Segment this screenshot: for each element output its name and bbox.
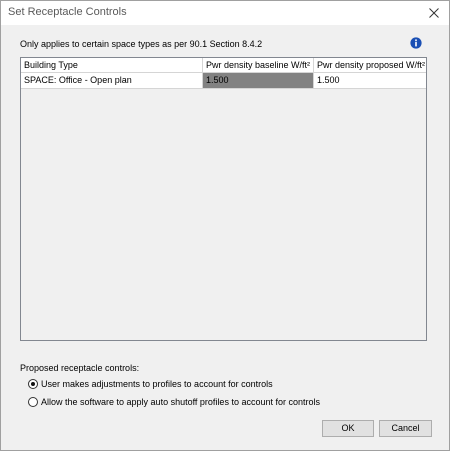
column-header-building-type[interactable]: Building Type (21, 58, 203, 73)
window-title: Set Receptacle Controls (8, 6, 127, 18)
radio-label-user-adjustments: User makes adjustments to profiles to ac… (41, 379, 273, 389)
radio-unselected-icon[interactable] (28, 397, 38, 407)
cell-baseline-selected[interactable]: 1.500 (203, 73, 314, 88)
scope-note: Only applies to certain space types as p… (20, 39, 263, 49)
close-button[interactable] (419, 1, 449, 25)
cell-proposed[interactable]: 1.500 (314, 73, 426, 88)
dialog-window: Set Receptacle Controls Only applies to … (0, 0, 450, 451)
ok-button[interactable]: OK (322, 420, 374, 437)
column-header-baseline[interactable]: Pwr density baseline W/ft² (203, 58, 314, 73)
close-icon (429, 8, 439, 18)
radio-user-adjustments[interactable]: User makes adjustments to profiles to ac… (28, 379, 273, 389)
cell-building-type[interactable]: SPACE: Office - Open plan (21, 73, 203, 88)
radio-selected-icon[interactable] (28, 379, 38, 389)
building-type-grid[interactable]: Building Type Pwr density baseline W/ft²… (20, 57, 427, 341)
title-bar: Set Receptacle Controls (1, 1, 449, 25)
info-icon[interactable] (410, 37, 422, 49)
controls-group-label: Proposed receptacle controls: (20, 363, 140, 373)
cancel-button[interactable]: Cancel (379, 420, 432, 437)
radio-label-auto-shutoff: Allow the software to apply auto shutoff… (41, 397, 320, 407)
table-row[interactable]: SPACE: Office - Open plan 1.500 1.500 (21, 73, 426, 89)
grid-header: Building Type Pwr density baseline W/ft²… (21, 58, 426, 73)
column-header-proposed[interactable]: Pwr density proposed W/ft² (314, 58, 426, 73)
radio-auto-shutoff[interactable]: Allow the software to apply auto shutoff… (28, 397, 320, 407)
